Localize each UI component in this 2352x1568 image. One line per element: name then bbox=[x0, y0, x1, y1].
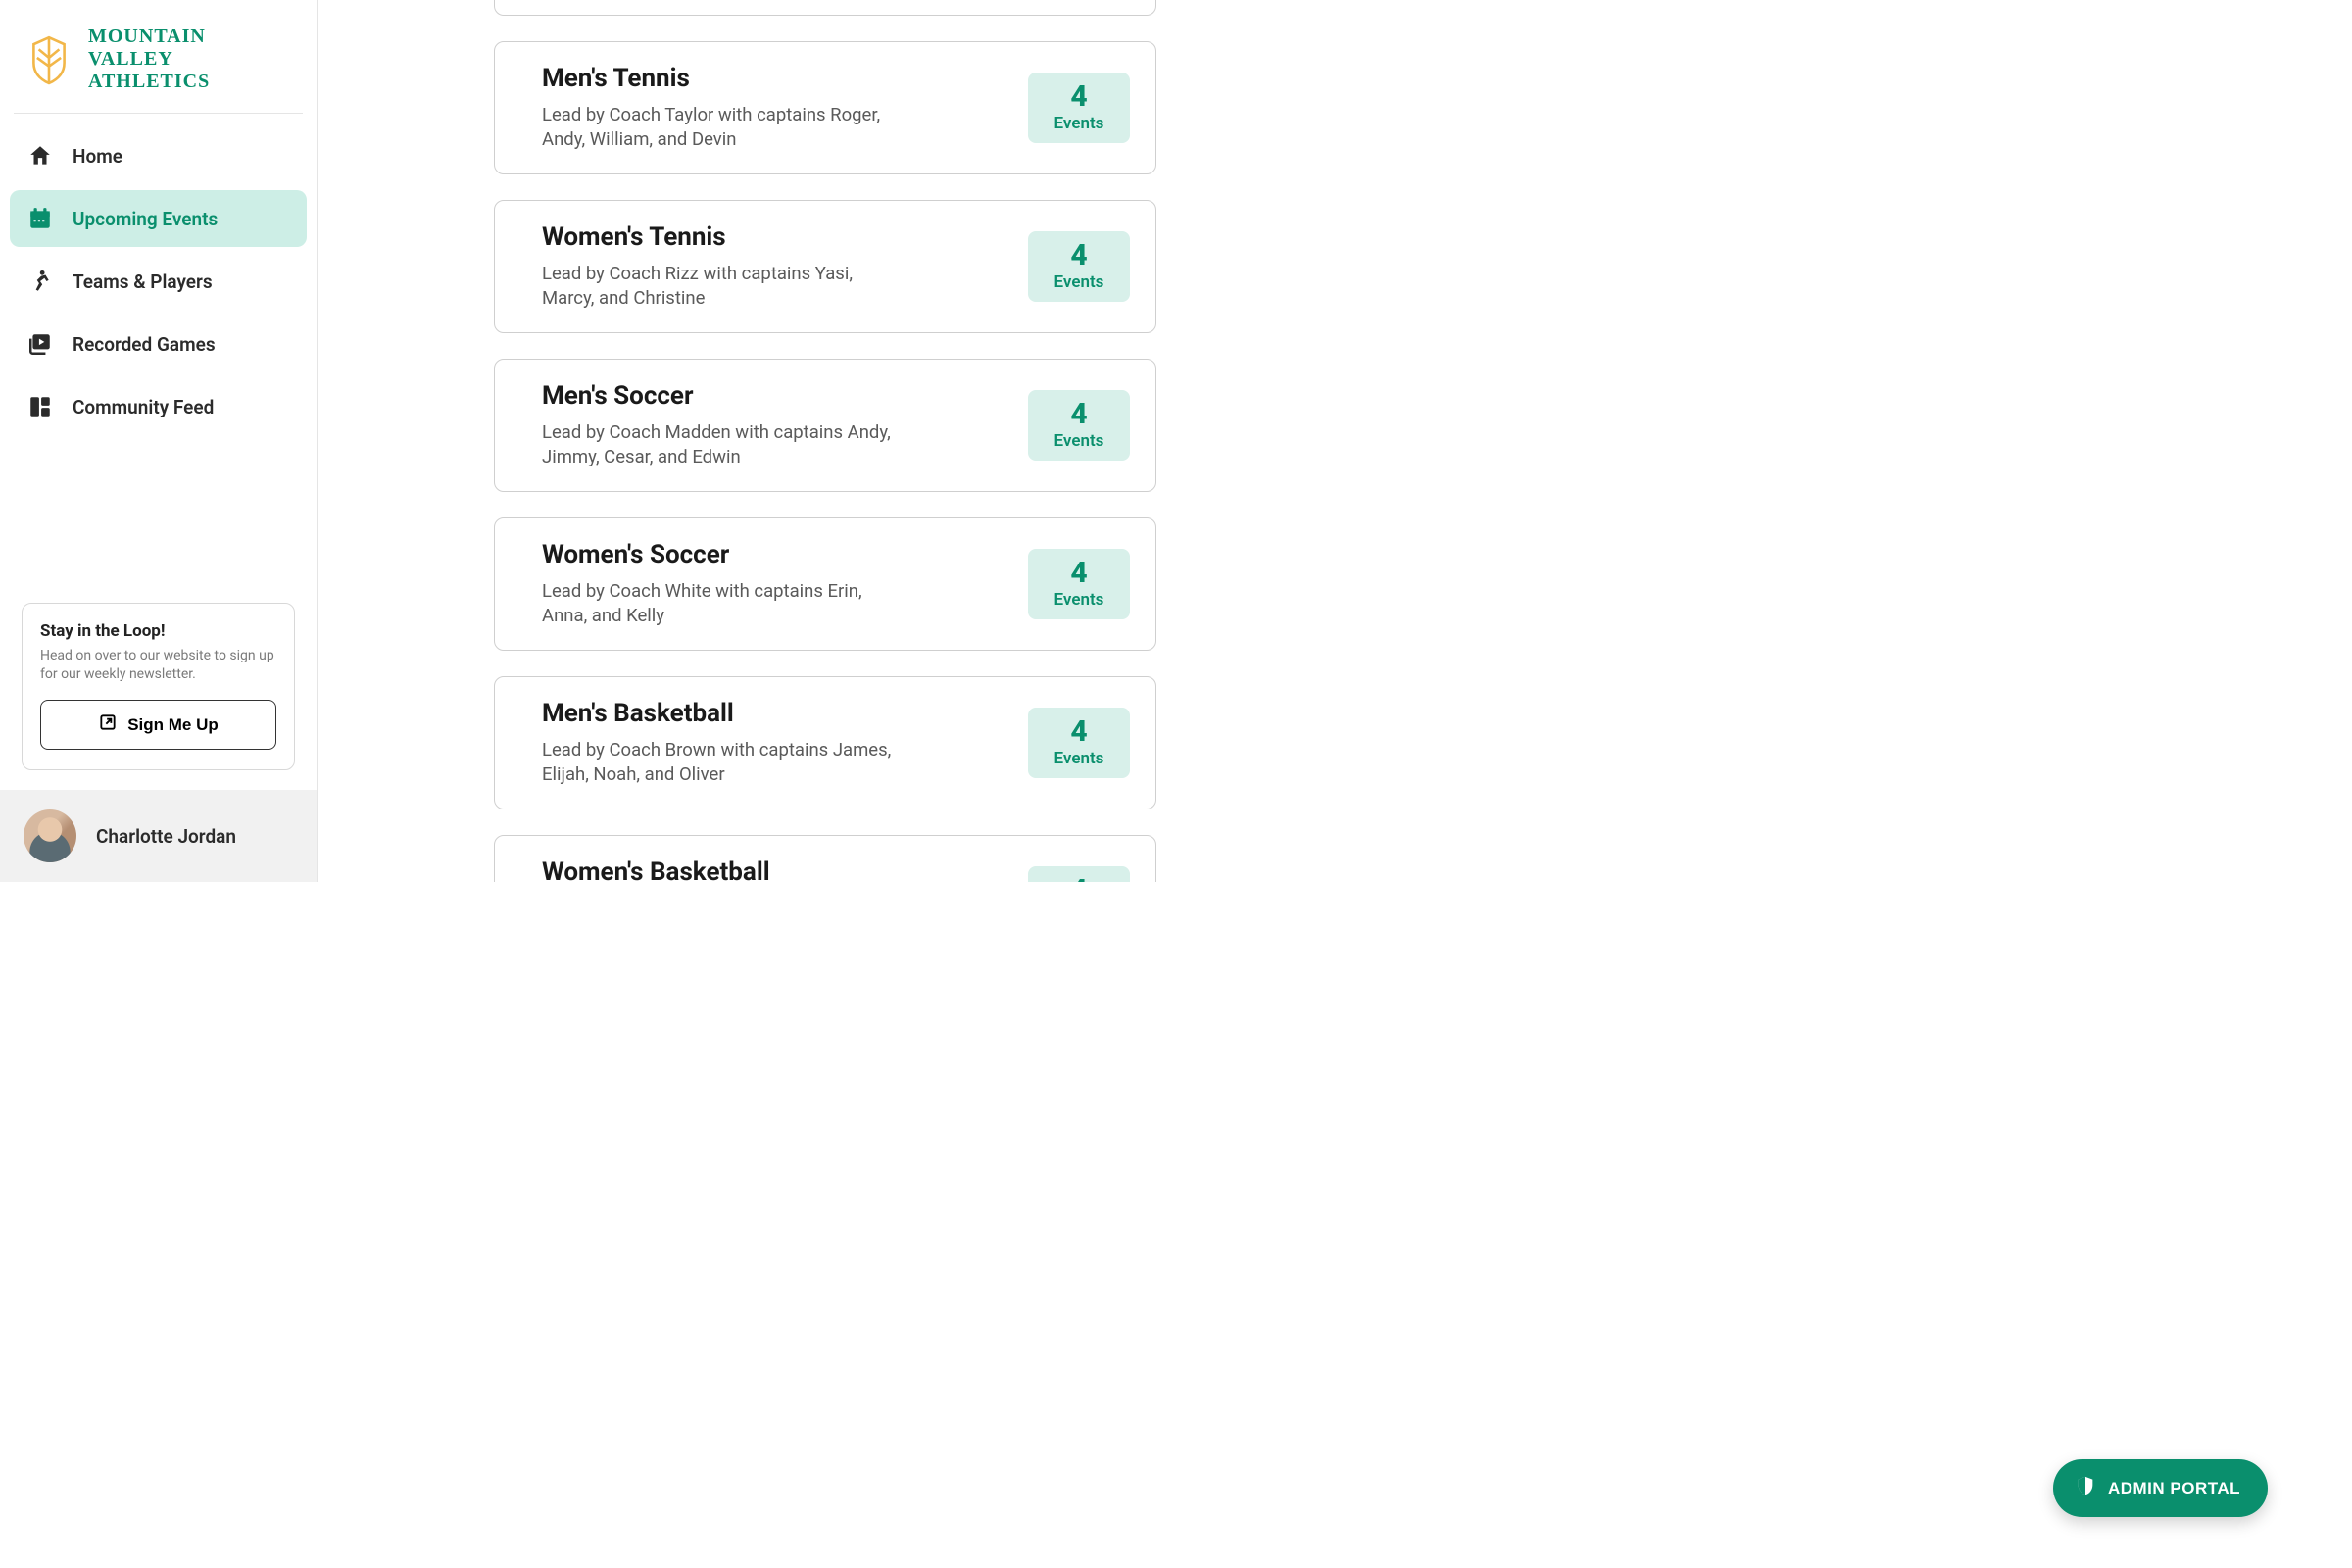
nav-label: Upcoming Events bbox=[73, 208, 218, 230]
nav-label: Community Feed bbox=[73, 396, 214, 418]
event-count-label: Events bbox=[1050, 590, 1108, 610]
promo-subtitle: Head on over to our website to sign up f… bbox=[40, 647, 276, 684]
event-card[interactable]: Women's Soccer Lead by Coach White with … bbox=[494, 517, 1156, 651]
shield-icon bbox=[2075, 1475, 2096, 1501]
nav-home[interactable]: Home bbox=[10, 127, 307, 184]
event-count-badge: 4 Events bbox=[1028, 866, 1130, 882]
event-count: 4 bbox=[1050, 876, 1108, 882]
event-info: Men's Tennis Lead by Coach Taylor with c… bbox=[542, 64, 1008, 152]
event-count: 4 bbox=[1050, 82, 1108, 112]
brand-line: VALLEY bbox=[88, 48, 210, 71]
newsletter-promo: Stay in the Loop! Head on over to our we… bbox=[22, 603, 295, 770]
event-subtitle: Lead by Coach White with captains Erin, … bbox=[542, 579, 895, 628]
event-count: 4 bbox=[1050, 559, 1108, 588]
event-card-partial[interactable] bbox=[494, 0, 1156, 16]
event-title: Men's Soccer bbox=[542, 381, 1008, 411]
fab-label: ADMIN PORTAL bbox=[2108, 1479, 2240, 1498]
runner-icon bbox=[27, 269, 53, 294]
event-title: Men's Tennis bbox=[542, 64, 1008, 93]
open-external-icon bbox=[98, 712, 118, 737]
event-info: Women's Basketball Lead by Coach Harvey … bbox=[542, 858, 1008, 882]
event-title: Women's Basketball bbox=[542, 858, 1008, 882]
main-content: Men's Tennis Lead by Coach Taylor with c… bbox=[318, 0, 1323, 882]
event-subtitle: Lead by Coach Madden with captains Andy,… bbox=[542, 420, 895, 469]
event-title: Women's Tennis bbox=[542, 222, 1008, 252]
nav-label: Teams & Players bbox=[73, 270, 213, 293]
event-count-label: Events bbox=[1050, 272, 1108, 292]
event-card[interactable]: Men's Soccer Lead by Coach Madden with c… bbox=[494, 359, 1156, 492]
eagle-logo-icon bbox=[24, 32, 74, 87]
promo-title: Stay in the Loop! bbox=[40, 621, 276, 641]
event-count-badge: 4 Events bbox=[1028, 390, 1130, 461]
sign-me-up-button[interactable]: Sign Me Up bbox=[40, 700, 276, 750]
event-card[interactable]: Women's Basketball Lead by Coach Harvey … bbox=[494, 835, 1156, 882]
event-count: 4 bbox=[1050, 717, 1108, 747]
event-count-badge: 4 Events bbox=[1028, 231, 1130, 302]
brand-line: MOUNTAIN bbox=[88, 25, 210, 48]
brand-line: ATHLETICS bbox=[88, 71, 210, 93]
divider bbox=[14, 113, 303, 114]
event-info: Men's Basketball Lead by Coach Brown wit… bbox=[542, 699, 1008, 787]
event-title: Men's Basketball bbox=[542, 699, 1008, 728]
event-info: Women's Tennis Lead by Coach Rizz with c… bbox=[542, 222, 1008, 311]
event-subtitle: Lead by Coach Taylor with captains Roger… bbox=[542, 103, 895, 152]
event-count-label: Events bbox=[1050, 431, 1108, 451]
event-subtitle: Lead by Coach Brown with captains James,… bbox=[542, 738, 895, 787]
avatar bbox=[24, 809, 76, 862]
promo-button-label: Sign Me Up bbox=[127, 715, 219, 735]
nav-community-feed[interactable]: Community Feed bbox=[10, 378, 307, 435]
event-info: Women's Soccer Lead by Coach White with … bbox=[542, 540, 1008, 628]
event-count-badge: 4 Events bbox=[1028, 708, 1130, 778]
event-count-badge: 4 Events bbox=[1028, 549, 1130, 619]
sidebar: MOUNTAIN VALLEY ATHLETICS Home Upcoming … bbox=[0, 0, 318, 882]
calendar-icon bbox=[27, 206, 53, 231]
event-title: Women's Soccer bbox=[542, 540, 1008, 569]
event-card[interactable]: Men's Basketball Lead by Coach Brown wit… bbox=[494, 676, 1156, 809]
event-count: 4 bbox=[1050, 241, 1108, 270]
event-subtitle: Lead by Coach Rizz with captains Yasi, M… bbox=[542, 262, 895, 311]
event-card[interactable]: Women's Tennis Lead by Coach Rizz with c… bbox=[494, 200, 1156, 333]
video-library-icon bbox=[27, 331, 53, 357]
dashboard-icon bbox=[27, 394, 53, 419]
nav-upcoming-events[interactable]: Upcoming Events bbox=[10, 190, 307, 247]
user-name: Charlotte Jordan bbox=[96, 825, 236, 848]
brand: MOUNTAIN VALLEY ATHLETICS bbox=[0, 0, 317, 113]
nav-label: Recorded Games bbox=[73, 333, 216, 356]
event-count: 4 bbox=[1050, 400, 1108, 429]
event-count-label: Events bbox=[1050, 114, 1108, 133]
nav-label: Home bbox=[73, 145, 122, 168]
event-card[interactable]: Men's Tennis Lead by Coach Taylor with c… bbox=[494, 41, 1156, 174]
event-info: Men's Soccer Lead by Coach Madden with c… bbox=[542, 381, 1008, 469]
nav-teams-players[interactable]: Teams & Players bbox=[10, 253, 307, 310]
event-count-badge: 4 Events bbox=[1028, 73, 1130, 143]
brand-text: MOUNTAIN VALLEY ATHLETICS bbox=[88, 25, 210, 93]
event-count-label: Events bbox=[1050, 749, 1108, 768]
nav: Home Upcoming Events Teams & Players Rec… bbox=[0, 127, 317, 435]
nav-recorded-games[interactable]: Recorded Games bbox=[10, 316, 307, 372]
admin-portal-button[interactable]: ADMIN PORTAL bbox=[2053, 1459, 2268, 1517]
home-icon bbox=[27, 143, 53, 169]
user-row[interactable]: Charlotte Jordan bbox=[0, 790, 317, 882]
